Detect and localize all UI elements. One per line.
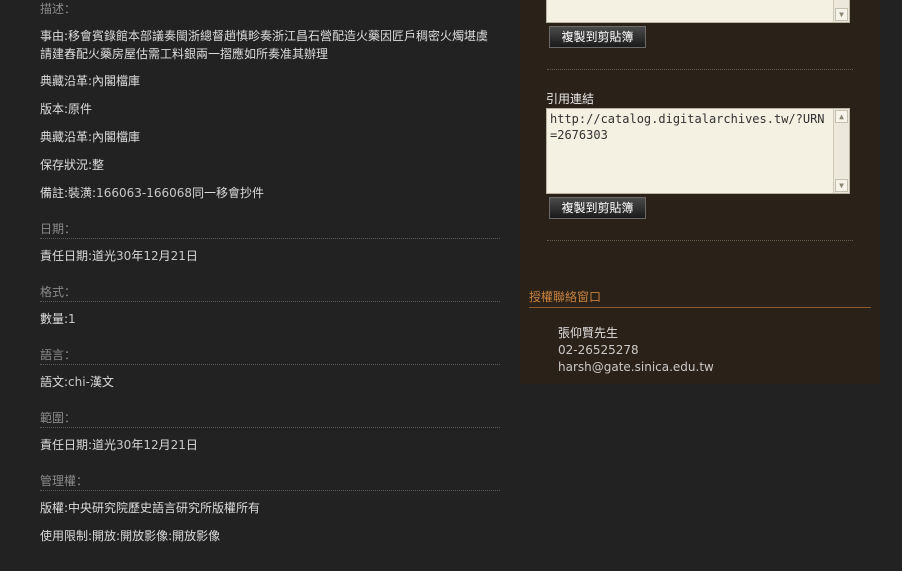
contact-phone: 02-26525278 (558, 343, 639, 357)
scroll-down-icon[interactable]: ▼ (835, 8, 848, 21)
date-label: 日期： (40, 220, 500, 239)
preservation-status: 保存狀況:整 (40, 158, 105, 172)
note-field: 備註:裝潢:166063-166068同一移會抄件 (40, 186, 265, 200)
coverage-value: 責任日期:道光30年12月21日 (40, 438, 198, 452)
sidebar-divider-1 (547, 69, 853, 70)
coverage-label: 範圍： (40, 409, 500, 428)
scroll-down-icon[interactable]: ▼ (835, 179, 848, 192)
citation-scrollbar[interactable]: ▲ ▼ (833, 109, 849, 193)
scroll-up-icon[interactable]: ▲ (835, 110, 848, 123)
rights-label: 管理權： (40, 472, 500, 491)
citation-url-textarea[interactable]: http://catalog.digitalarchives.tw/?URN=2… (546, 108, 850, 194)
language-label: 語言： (40, 346, 500, 365)
language-value: 語文:chi-漢文 (40, 375, 114, 389)
date-section: 日期： (40, 220, 500, 239)
version-field: 版本:原件 (40, 102, 93, 116)
description-label: 描述： (40, 2, 77, 16)
date-value: 責任日期:道光30年12月21日 (40, 249, 198, 263)
format-value: 數量:1 (40, 312, 76, 326)
citation-link-label: 引用連結 (546, 92, 595, 106)
contact-name: 張仰賢先生 (558, 326, 619, 340)
language-section: 語言： (40, 346, 500, 365)
sidebar-divider-2 (547, 240, 853, 241)
embed-code-textarea[interactable]: ▼ (546, 0, 850, 23)
format-label: 格式： (40, 283, 500, 302)
format-section: 格式： (40, 283, 500, 302)
citation-url-text: http://catalog.digitalarchives.tw/?URN=2… (550, 112, 825, 142)
contact-section-title: 授權聯絡窗口 (529, 288, 871, 308)
copy-citation-button[interactable]: 複製到剪貼簿 (549, 197, 646, 219)
contact-email[interactable]: harsh@gate.sinica.edu.tw (558, 360, 714, 374)
description-section: 描述： (40, 0, 500, 18)
custody-history-2: 典藏沿革:內閣檔庫 (40, 130, 141, 144)
coverage-section: 範圍： (40, 409, 500, 428)
custody-history: 典藏沿革:內閣檔庫 (40, 74, 141, 88)
rights-section: 管理權： (40, 472, 500, 491)
description-subject: 事由:移會賓錄館本部議奏閩浙總督趙慎畛奏浙江昌石營配造火藥因匠戶稠密火燭堪虞請建… (40, 29, 489, 61)
embed-scrollbar[interactable]: ▼ (833, 0, 849, 22)
copy-embed-button[interactable]: 複製到剪貼簿 (549, 26, 646, 48)
usage-restriction: 使用限制:開放:開放影像:開放影像 (40, 529, 221, 543)
copyright-value: 版權:中央研究院歷史語言研究所版權所有 (40, 501, 261, 515)
